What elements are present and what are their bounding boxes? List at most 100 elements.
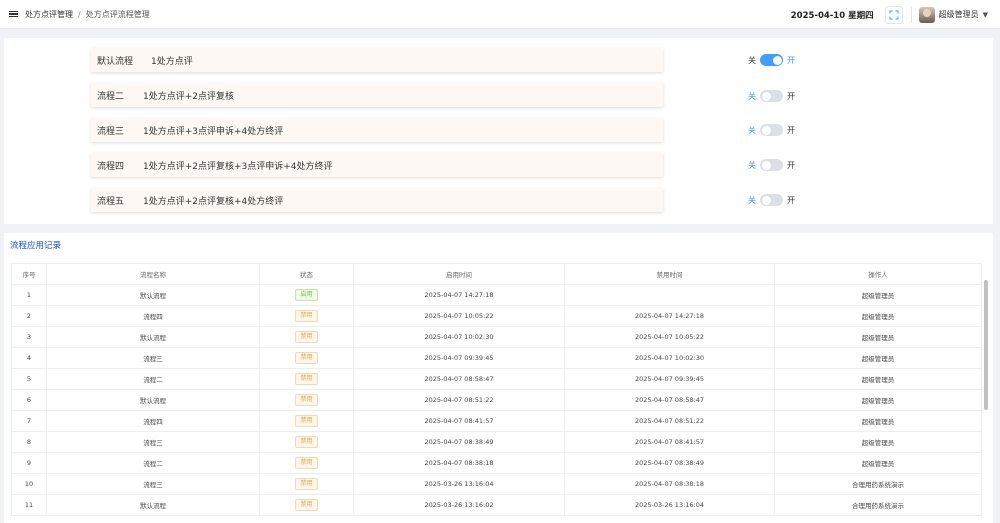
column-header-operator: 操作人 xyxy=(774,263,982,285)
flow-name: 流程五 xyxy=(97,196,125,207)
flow-card-default: 默认流程 1处方点评 xyxy=(91,48,663,72)
table-row: 7 流程四 禁用 2025-04-07 08:41:57 2025-04-07 08:5… xyxy=(11,410,982,432)
table-row: 11 默认流程 禁用 2025-03-26 13:16:02 2025-03-26 13… xyxy=(11,494,982,516)
status-cell: 禁用 xyxy=(259,389,354,411)
fullscreen-button[interactable] xyxy=(884,5,903,24)
status-cell: 禁用 xyxy=(259,305,354,327)
toggle-switch[interactable] xyxy=(760,194,783,206)
disable-time-cell: 2025-04-07 09:39:45 xyxy=(564,368,775,390)
switch-on-label: 开 xyxy=(787,195,795,205)
breadcrumb-separator: / xyxy=(78,9,81,19)
table-header-row: 序号 流程名称 状态 启用时间 禁用时间 操作人 xyxy=(11,263,982,285)
status-cell: 禁用 xyxy=(259,473,354,495)
status-cell: 禁用 xyxy=(259,494,354,516)
disable-time-cell: 2025-03-26 13:16:04 xyxy=(564,494,775,516)
switch-off-label: 关 xyxy=(748,125,756,135)
menu-toggle-icon[interactable] xyxy=(9,10,18,19)
chevron-down-icon[interactable]: ▼ xyxy=(983,11,988,19)
disable-time-cell: 2025-04-07 08:38:49 xyxy=(564,452,775,474)
switch-off-label: 关 xyxy=(748,195,756,205)
enable-time-cell: 2025-03-26 13:16:04 xyxy=(353,473,565,495)
breadcrumb-item-current: 处方点评流程管理 xyxy=(85,9,150,19)
flow-name-cell: 默认流程 xyxy=(46,494,260,516)
disable-time-cell: 2025-04-07 08:51:22 xyxy=(564,410,775,432)
status-cell: 启用 xyxy=(259,284,354,306)
divider xyxy=(910,6,912,23)
current-date: 2025-04-10 星期四 xyxy=(790,10,874,21)
flow-switch-3: 关 开 xyxy=(748,124,795,136)
enable-time-cell: 2025-04-07 10:02:30 xyxy=(353,326,565,348)
enable-time-cell: 2025-04-07 08:51:22 xyxy=(353,389,565,411)
top-bar: 处方点评管理 / 处方点评流程管理 2025-04-10 星期四 超级管理员 ▼ xyxy=(0,0,1000,29)
status-badge: 启用 xyxy=(295,289,318,301)
status-badge: 禁用 xyxy=(295,499,318,511)
flow-name-cell: 流程二 xyxy=(46,368,260,390)
flow-name-cell: 默认流程 xyxy=(46,326,260,348)
status-badge: 禁用 xyxy=(295,478,318,490)
toggle-switch[interactable] xyxy=(760,54,783,66)
flow-name: 流程四 xyxy=(97,161,125,172)
flow-switch-5: 关 开 xyxy=(748,194,795,206)
avatar[interactable] xyxy=(918,6,935,23)
switch-on-label: 开 xyxy=(787,91,795,101)
enable-time-cell: 2025-04-07 08:58:47 xyxy=(353,368,565,390)
flow-switch-4: 关 开 xyxy=(748,159,795,171)
switch-on-label: 开 xyxy=(787,55,795,65)
switch-off-label: 关 xyxy=(748,160,756,170)
toggle-switch[interactable] xyxy=(760,159,783,171)
status-cell: 禁用 xyxy=(259,452,354,474)
enable-time-cell: 2025-04-07 08:38:18 xyxy=(353,452,565,474)
table-scrollbar[interactable] xyxy=(984,280,988,410)
flow-name-cell: 流程三 xyxy=(46,473,260,495)
status-badge: 禁用 xyxy=(295,352,318,364)
operator-cell: 超级管理员 xyxy=(774,431,982,453)
disable-time-cell: 2025-04-07 08:41:57 xyxy=(564,431,775,453)
row-index: 8 xyxy=(11,431,47,453)
flow-name-cell: 默认流程 xyxy=(46,284,260,306)
disable-time-cell: 2025-04-07 08:58:47 xyxy=(564,389,775,411)
enable-time-cell: 2025-04-07 10:05:22 xyxy=(353,305,565,327)
enable-time-cell: 2025-04-07 08:41:57 xyxy=(353,410,565,432)
column-header-index: 序号 xyxy=(11,263,47,285)
flow-name: 流程二 xyxy=(97,91,125,102)
operator-cell: 超级管理员 xyxy=(774,389,982,411)
toggle-switch[interactable] xyxy=(760,124,783,136)
flow-desc: 1处方点评+3点评申诉+4处方终评 xyxy=(143,126,284,137)
flow-card-4: 流程四 1处方点评+2点评复核+3点评申诉+4处方终评 xyxy=(91,153,663,177)
status-cell: 禁用 xyxy=(259,326,354,348)
column-header-enable-time: 启用时间 xyxy=(353,263,565,285)
flow-card-2: 流程二 1处方点评+2点评复核 xyxy=(91,83,663,107)
status-badge: 禁用 xyxy=(295,436,318,448)
disable-time-cell: 2025-04-07 14:27:18 xyxy=(564,305,775,327)
row-index: 10 xyxy=(11,473,47,495)
disable-time-cell xyxy=(564,284,775,306)
operator-cell: 超级管理员 xyxy=(774,305,982,327)
status-badge: 禁用 xyxy=(295,415,318,427)
enable-time-cell: 2025-04-07 09:39:45 xyxy=(353,347,565,369)
status-badge: 禁用 xyxy=(295,457,318,469)
flow-name-cell: 默认流程 xyxy=(46,389,260,411)
row-index: 6 xyxy=(11,389,47,411)
flow-name: 默认流程 xyxy=(97,56,134,67)
operator-cell: 超级管理员 xyxy=(774,347,982,369)
flow-card-5: 流程五 1处方点评+2点评复核+4处方终评 xyxy=(91,188,663,212)
table-row: 2 流程四 禁用 2025-04-07 10:05:22 2025-04-07 14:2… xyxy=(11,305,982,327)
toggle-switch[interactable] xyxy=(760,90,783,102)
user-name[interactable]: 超级管理员 xyxy=(939,9,979,20)
flow-switch-2: 关 开 xyxy=(748,90,795,102)
breadcrumb-item-parent[interactable]: 处方点评管理 xyxy=(25,9,73,20)
flow-name: 流程三 xyxy=(97,126,125,137)
disable-time-cell: 2025-04-07 10:05:22 xyxy=(564,326,775,348)
table-row: 10 流程三 禁用 2025-03-26 13:16:04 2025-04-07 08:… xyxy=(11,473,982,495)
row-index: 4 xyxy=(11,347,47,369)
flow-desc: 1处方点评 xyxy=(151,56,193,67)
switch-off-label: 关 xyxy=(748,55,756,65)
flow-name-cell: 流程四 xyxy=(46,410,260,432)
operator-cell: 超级管理员 xyxy=(774,326,982,348)
switch-off-label: 关 xyxy=(748,91,756,101)
enable-time-cell: 2025-03-26 13:16:02 xyxy=(353,494,565,516)
row-index: 5 xyxy=(11,368,47,390)
section-title: 流程应用记录 xyxy=(10,241,62,251)
table-row: 8 流程三 禁用 2025-04-07 08:38:49 2025-04-07 08:4… xyxy=(11,431,982,453)
status-badge: 禁用 xyxy=(295,394,318,406)
